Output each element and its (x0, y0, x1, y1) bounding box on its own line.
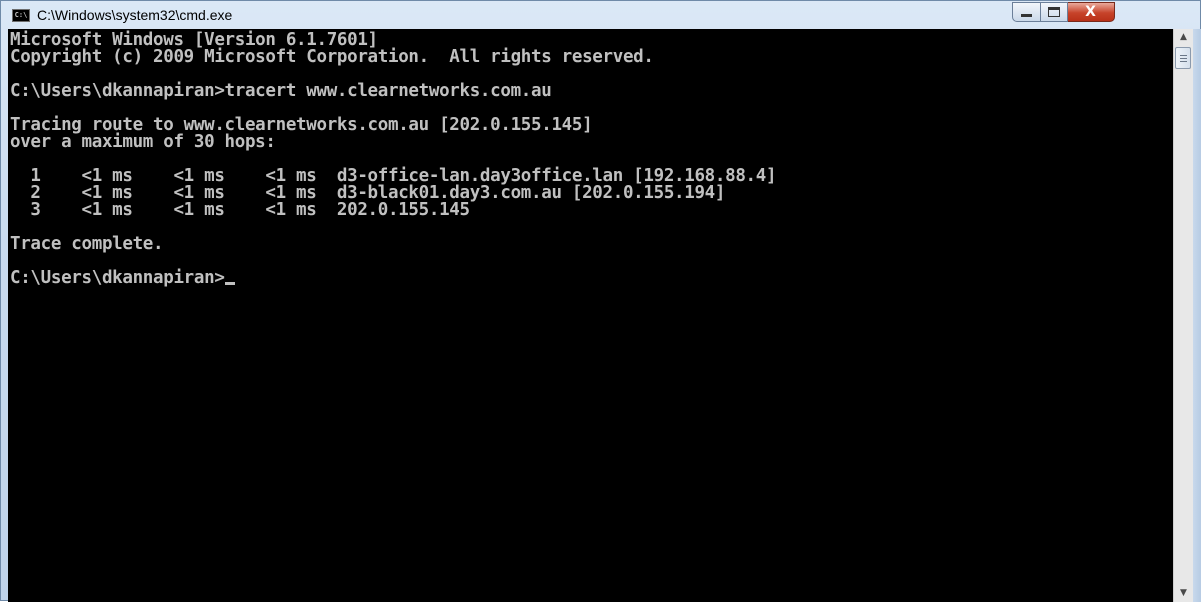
close-icon: X (1085, 4, 1096, 20)
thumb-grip-line (1180, 61, 1187, 62)
minimize-button[interactable] (1012, 2, 1041, 22)
console-line: Copyright (c) 2009 Microsoft Corporation… (10, 47, 654, 67)
console-line: C:\Users\dkannapiran>tracert www.clearne… (10, 81, 552, 101)
minimize-icon (1021, 14, 1032, 17)
vertical-scrollbar[interactable]: ▲ ▼ (1173, 29, 1193, 602)
window-frame-right (1193, 29, 1201, 602)
cmd-window: C:\ C:\Windows\system32\cmd.exe X Micros… (0, 0, 1201, 602)
scroll-down-arrow-icon[interactable]: ▼ (1174, 585, 1193, 602)
maximize-button[interactable] (1041, 2, 1068, 22)
console-line: over a maximum of 30 hops: (10, 132, 276, 152)
window-title: C:\Windows\system32\cmd.exe (37, 7, 233, 23)
title-bar[interactable]: C:\ C:\Windows\system32\cmd.exe X (1, 1, 1200, 29)
console-history: Microsoft Windows [Version 6.1.7601] Cop… (10, 30, 777, 254)
console-text: Microsoft Windows [Version 6.1.7601] Cop… (8, 29, 1173, 287)
cmd-icon[interactable]: C:\ (12, 9, 30, 22)
thumb-grip-line (1180, 58, 1187, 59)
console-output[interactable]: Microsoft Windows [Version 6.1.7601] Cop… (8, 29, 1173, 602)
thumb-grip-line (1180, 55, 1187, 56)
console-line: Trace complete. (10, 234, 164, 254)
close-button[interactable]: X (1068, 2, 1115, 22)
maximize-icon (1048, 7, 1060, 17)
text-cursor (224, 282, 235, 285)
scrollbar-thumb[interactable] (1175, 47, 1191, 69)
console-line: 3 <1 ms <1 ms <1 ms 202.0.155.145 (30, 200, 470, 220)
scroll-up-arrow-icon[interactable]: ▲ (1174, 29, 1193, 46)
command-prompt: C:\Users\dkannapiran> (10, 268, 225, 288)
